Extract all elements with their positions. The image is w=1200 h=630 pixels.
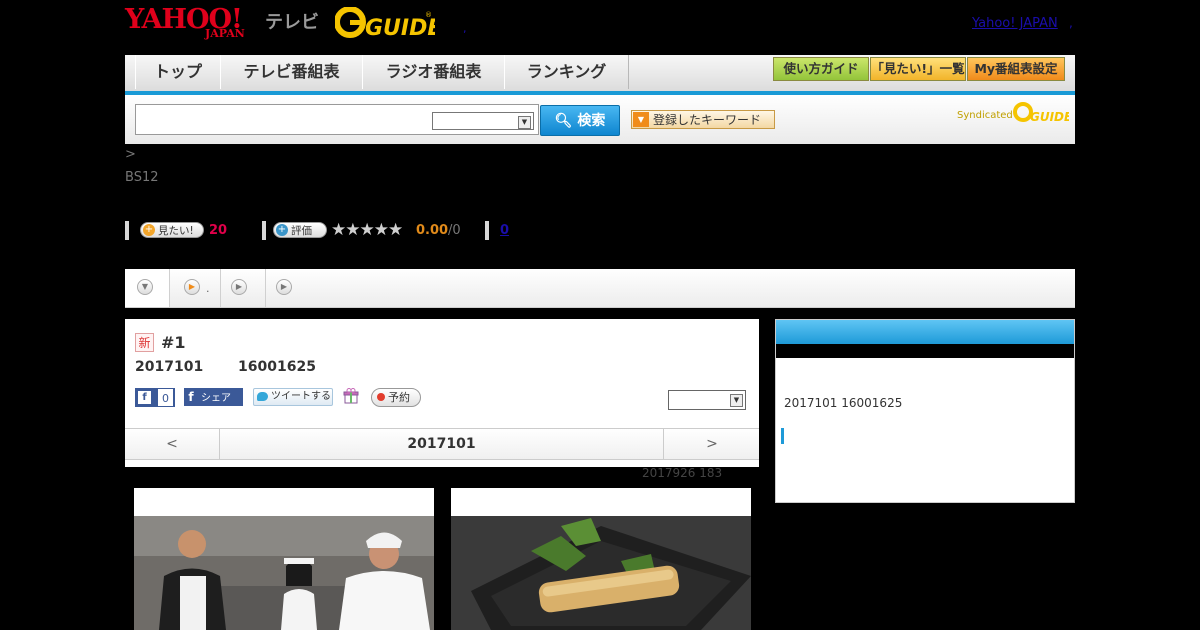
want-button-label: 見たい!	[158, 225, 194, 237]
syndicated-label: Syndicated	[957, 110, 1013, 121]
nav-radio-schedule[interactable]: ラジオ番組表	[362, 55, 505, 89]
rating-value: 0.00	[416, 223, 449, 238]
tweet-label: ツイートする	[271, 391, 331, 402]
search-bar: ▼ 🔍︎ 検索 ▼ 登録したキーワード Syndicated GUIDE	[125, 95, 1075, 144]
gguide-small-logo: GUIDE	[1013, 102, 1069, 124]
gguide-logo[interactable]: GUIDE ®	[335, 7, 435, 39]
side-air-info: 2017101 16001625	[784, 396, 903, 410]
tv-label[interactable]: テレビ	[265, 8, 319, 34]
search-icon: 🔍︎	[554, 113, 573, 129]
episode-photo-1[interactable]	[134, 488, 434, 630]
yahoo-japan-logo-text: JAPAN	[205, 27, 245, 40]
episode-photo-2[interactable]	[451, 488, 751, 630]
tab-4[interactable]: ▶	[266, 269, 310, 307]
my-schedule-settings-button[interactable]: My番組表設定	[967, 57, 1065, 81]
pager-current-date: 2017101	[407, 436, 476, 452]
side-panel-header	[776, 320, 1074, 344]
header-separator: ,	[463, 22, 467, 35]
twitter-bird-icon	[257, 392, 268, 401]
episode-title: #1	[161, 333, 186, 352]
review-count-link[interactable]: 0	[500, 223, 509, 238]
play-icon: ▶	[184, 279, 200, 295]
side-panel: 2017101 16001625	[775, 319, 1075, 503]
global-nav: トップ テレビ番組表 ラジオ番組表 ランキング 使い方ガイド 「見たい!」一覧 …	[125, 55, 1075, 95]
updated-info: 2017926 183	[642, 466, 723, 480]
tab-2[interactable]: ▶.	[170, 269, 221, 307]
play-icon: ▶	[231, 279, 247, 295]
facebook-share-button[interactable]: f シェア	[184, 388, 243, 406]
search-button-label: 検索	[577, 113, 606, 129]
reserve-label: 予約	[388, 391, 410, 404]
program-tabs: ▼ ▶. ▶ ▶	[125, 269, 1075, 308]
breadcrumb[interactable]: >	[125, 147, 136, 162]
search-button[interactable]: 🔍︎ 検索	[540, 105, 620, 136]
registered-keywords-label: 登録したキーワード	[653, 113, 762, 127]
nav-top[interactable]: トップ	[135, 55, 221, 89]
plus-icon: +	[276, 224, 288, 236]
chevron-down-icon: ▼	[518, 116, 531, 129]
play-icon: ▶	[276, 279, 292, 295]
episode-pager: < 2017101 >	[125, 428, 759, 460]
tab-3[interactable]: ▶	[221, 269, 266, 307]
episode-select[interactable]: ▼	[668, 390, 746, 410]
episode-card: 新 #1 2017101 16001625 f0 f シェア ツイートする 予約 …	[125, 319, 759, 467]
header-separator-2: ,	[1069, 16, 1073, 30]
svg-text:®: ®	[425, 11, 432, 19]
want-count: 20	[209, 223, 228, 238]
dish-image	[451, 516, 751, 630]
divider	[485, 221, 489, 240]
new-badge: 新	[135, 333, 154, 352]
svg-text:GUIDE: GUIDE	[1030, 110, 1069, 124]
nav-tv-schedule[interactable]: テレビ番組表	[220, 55, 363, 89]
channel-name: BS12	[125, 170, 159, 185]
chevron-down-icon: ▼	[730, 394, 743, 407]
rate-button-label: 評価	[291, 225, 312, 237]
side-marker	[781, 428, 784, 444]
facebook-icon: f	[138, 391, 151, 404]
air-time: 16001625	[238, 359, 316, 375]
like-count: 0	[157, 388, 174, 407]
search-category-select[interactable]: ▼	[432, 112, 534, 130]
divider	[125, 221, 129, 240]
chevron-down-icon: ▼	[633, 112, 649, 127]
svg-text:GUIDE: GUIDE	[365, 16, 435, 39]
registered-keywords-button[interactable]: ▼ 登録したキーワード	[631, 110, 775, 129]
facebook-icon: f	[188, 390, 194, 404]
record-dot-icon	[377, 393, 385, 401]
tab-1[interactable]: ▼	[125, 269, 170, 307]
next-episode-link[interactable]: >	[663, 429, 760, 459]
chevron-down-icon: ▼	[137, 279, 153, 295]
want-button[interactable]: + 見たい!	[140, 222, 204, 238]
air-date: 2017101	[135, 359, 204, 375]
want-list-button[interactable]: 「見たい!」一覧	[870, 57, 966, 81]
tweet-button[interactable]: ツイートする	[253, 388, 333, 406]
facebook-like-button[interactable]: f0	[135, 388, 175, 407]
yahoo-japan-link[interactable]: Yahoo! JAPAN	[972, 16, 1058, 31]
rating-count: /0	[448, 223, 461, 238]
reserve-button[interactable]: 予約	[371, 388, 421, 407]
rating-stars: ★★★★★	[331, 220, 403, 240]
side-panel-band	[776, 344, 1074, 358]
nav-ranking[interactable]: ランキング	[504, 55, 629, 89]
divider	[262, 221, 266, 240]
plus-icon: +	[143, 224, 155, 236]
rate-button[interactable]: + 評価	[273, 222, 327, 238]
guide-button[interactable]: 使い方ガイド	[773, 57, 869, 81]
kitchen-scene-image	[134, 516, 434, 630]
share-label: シェア	[201, 393, 231, 404]
gift-icon[interactable]	[343, 388, 359, 404]
tab-2-label: .	[206, 282, 210, 295]
prev-episode-link[interactable]: <	[125, 429, 220, 459]
